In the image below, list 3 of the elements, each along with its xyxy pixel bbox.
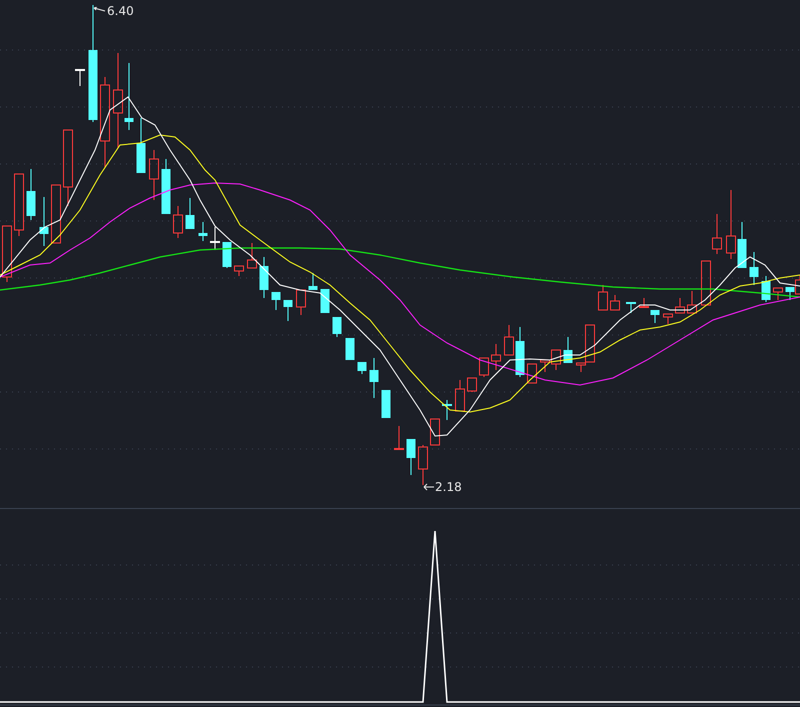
high-price-label: 6.40 (107, 4, 134, 18)
arrow-icon (423, 483, 434, 491)
low-price-label: 2.18 (435, 480, 462, 494)
